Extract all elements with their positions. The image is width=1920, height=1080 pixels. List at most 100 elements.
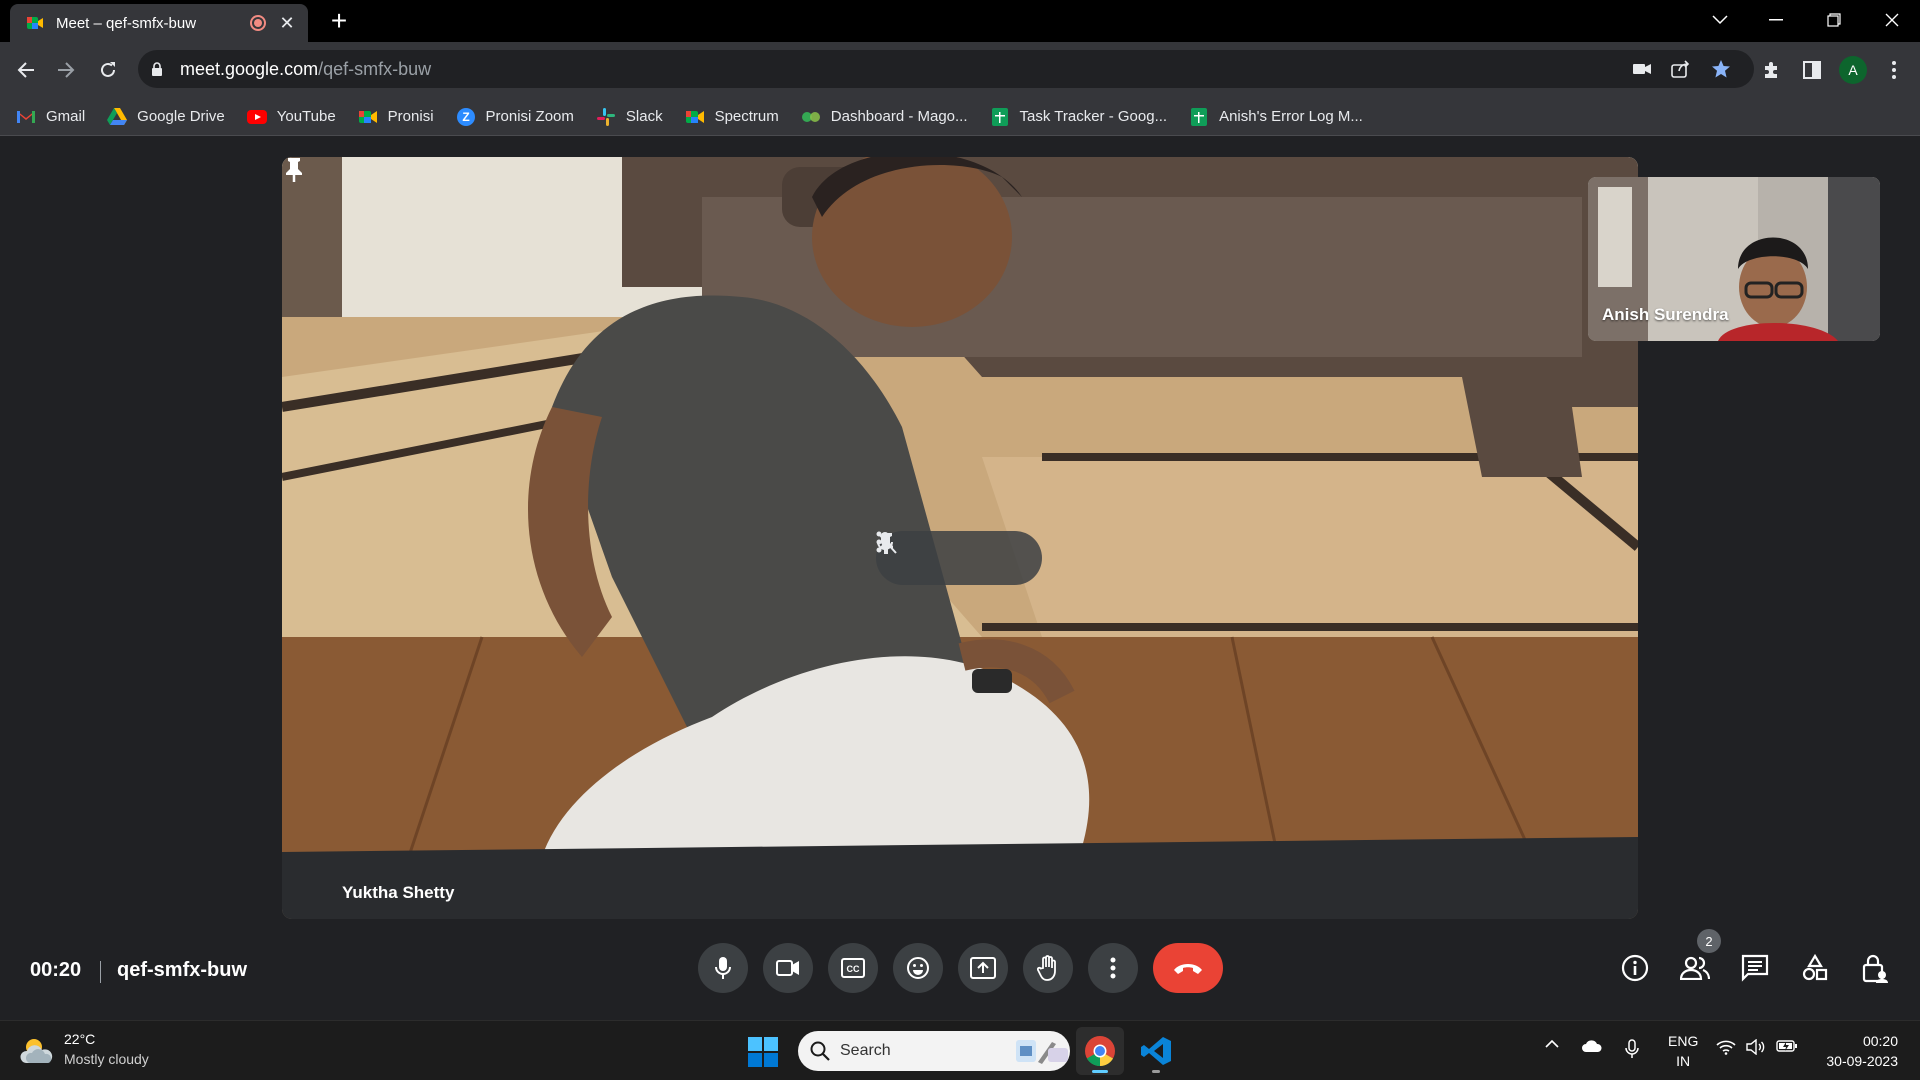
taskbar-vscode[interactable] (1132, 1027, 1180, 1075)
vscode-icon (1141, 1037, 1171, 1065)
close-window-button[interactable] (1864, 0, 1920, 40)
main-participant-video-tile[interactable]: Yuktha Shetty (282, 157, 1638, 919)
info-icon (1621, 954, 1649, 982)
tab-bar: Meet – qef-smfx-buw ✕ + (0, 0, 1920, 42)
weather-temperature[interactable]: 22°C (64, 1031, 95, 1047)
browser-tab-meet[interactable]: Meet – qef-smfx-buw ✕ (10, 4, 308, 42)
wifi-icon[interactable] (1714, 1039, 1738, 1055)
battery-charging-icon[interactable] (1774, 1039, 1800, 1053)
side-panel-icon[interactable] (1798, 56, 1826, 84)
taskbar-chrome[interactable] (1076, 1027, 1124, 1075)
profile-avatar[interactable]: A (1839, 56, 1867, 84)
send-reaction-button[interactable] (893, 943, 943, 993)
youtube-icon (246, 108, 267, 126)
weather-description[interactable]: Mostly cloudy (64, 1051, 149, 1067)
meet-icon (685, 108, 705, 126)
new-tab-button[interactable]: + (324, 6, 354, 36)
region-code: IN (1676, 1053, 1691, 1069)
minimize-button[interactable] (1748, 0, 1804, 40)
reload-button[interactable] (90, 52, 126, 88)
unpin-icon[interactable] (877, 532, 929, 575)
search-label: Search (840, 1042, 891, 1059)
bookmark-spectrum[interactable]: Spectrum (685, 108, 779, 126)
bookmark-slack[interactable]: Slack (596, 107, 663, 126)
zoom-icon: Z (456, 107, 476, 126)
clock-date: 30-09-2023 (1826, 1053, 1898, 1069)
bookmarks-bar: Gmail Google Drive YouTube Pronisi Z Pro… (0, 98, 1920, 136)
system-clock[interactable]: 00:20 30-09-2023 (1812, 1031, 1898, 1071)
hang-up-icon (1174, 964, 1202, 974)
people-icon (1680, 956, 1710, 980)
onedrive-cloud-icon[interactable] (1580, 1039, 1604, 1053)
chrome-icon (1085, 1036, 1115, 1067)
running-app-indicator (1152, 1070, 1160, 1073)
more-options-button[interactable] (1088, 943, 1138, 993)
sheets-icon (990, 107, 1010, 126)
url-path: /qef-smfx-buw (318, 58, 432, 79)
more-options-icon[interactable] (876, 531, 1023, 575)
camera-toggle-button[interactable] (763, 943, 813, 993)
volume-icon[interactable] (1744, 1039, 1768, 1055)
captions-toggle-button[interactable]: CC (828, 943, 878, 993)
bookmark-gmail[interactable]: Gmail (16, 108, 85, 126)
show-hidden-icons-chevron-icon[interactable] (1542, 1039, 1562, 1048)
present-screen-button[interactable] (958, 943, 1008, 993)
bookmark-anish-error-log[interactable]: Anish's Error Log M... (1189, 107, 1363, 126)
meet-icon (358, 108, 378, 126)
self-view-tile[interactable]: Anish Surendra (1588, 177, 1880, 341)
gmail-icon (16, 108, 36, 126)
activities-shapes-icon (1802, 954, 1828, 981)
raise-hand-button[interactable] (1023, 943, 1073, 993)
bookmark-star-icon[interactable] (1710, 58, 1732, 80)
back-button[interactable] (8, 52, 44, 88)
divider (100, 961, 101, 983)
hand-icon (1037, 955, 1056, 981)
taskbar-search-box[interactable]: Search (798, 1031, 1070, 1071)
close-tab-icon[interactable]: ✕ (278, 13, 296, 34)
url-host: meet.google.com (180, 58, 319, 79)
main-participant-name: Yuktha Shetty (342, 883, 455, 902)
weather-cloudy-icon[interactable] (20, 1035, 54, 1067)
participant-count-badge: 2 (1697, 929, 1721, 953)
chrome-menu-icon[interactable] (1880, 56, 1908, 84)
input-language-indicator[interactable]: ENG IN (1668, 1031, 1698, 1071)
people-button[interactable] (1676, 949, 1714, 987)
bookmark-pronisi-zoom[interactable]: Z Pronisi Zoom (456, 107, 574, 126)
camera-in-use-icon[interactable] (1631, 58, 1653, 80)
more-vertical-icon (1110, 957, 1116, 979)
search-highlight-illustration-icon (1016, 1040, 1068, 1064)
tab-title: Meet – qef-smfx-buw (56, 14, 197, 32)
address-bar[interactable]: meet.google.com/qef-smfx-buw (138, 50, 1754, 88)
meet-control-bar: 00:20 qef-smfx-buw CC 2 (0, 919, 1920, 1020)
meeting-code: qef-smfx-buw (117, 959, 247, 981)
share-icon[interactable] (1670, 58, 1692, 80)
search-icon (810, 1041, 830, 1061)
closed-captions-icon: CC (841, 958, 865, 978)
activities-button[interactable] (1796, 949, 1834, 987)
bookmark-google-drive[interactable]: Google Drive (107, 108, 225, 126)
lock-icon (152, 62, 162, 76)
windows-start-icon[interactable] (748, 1037, 778, 1067)
pin-icon[interactable] (282, 157, 306, 183)
microphone-in-use-icon[interactable] (1620, 1039, 1644, 1059)
meeting-details-button[interactable] (1616, 949, 1654, 987)
chat-button[interactable] (1736, 949, 1774, 987)
extensions-puzzle-icon[interactable] (1758, 56, 1786, 84)
mago-icon (801, 108, 821, 126)
bookmark-youtube[interactable]: YouTube (246, 108, 336, 126)
host-lock-icon (1862, 954, 1888, 983)
bookmark-dashboard-mago[interactable]: Dashboard - Mago... (801, 108, 968, 126)
bookmark-pronisi[interactable]: Pronisi (358, 108, 434, 126)
sheets-icon (1189, 107, 1209, 126)
tab-search-chevron-icon[interactable] (1692, 0, 1748, 40)
microphone-toggle-button[interactable] (698, 943, 748, 993)
host-controls-button[interactable] (1856, 949, 1894, 987)
svg-text:CC: CC (847, 964, 860, 974)
leave-call-button[interactable] (1153, 943, 1223, 993)
forward-button[interactable] (48, 52, 84, 88)
microphone-icon[interactable] (877, 532, 976, 575)
restore-button[interactable] (1806, 0, 1862, 40)
emoji-icon (907, 957, 929, 979)
tile-hover-controls (876, 531, 1042, 585)
bookmark-task-tracker[interactable]: Task Tracker - Goog... (990, 107, 1167, 126)
